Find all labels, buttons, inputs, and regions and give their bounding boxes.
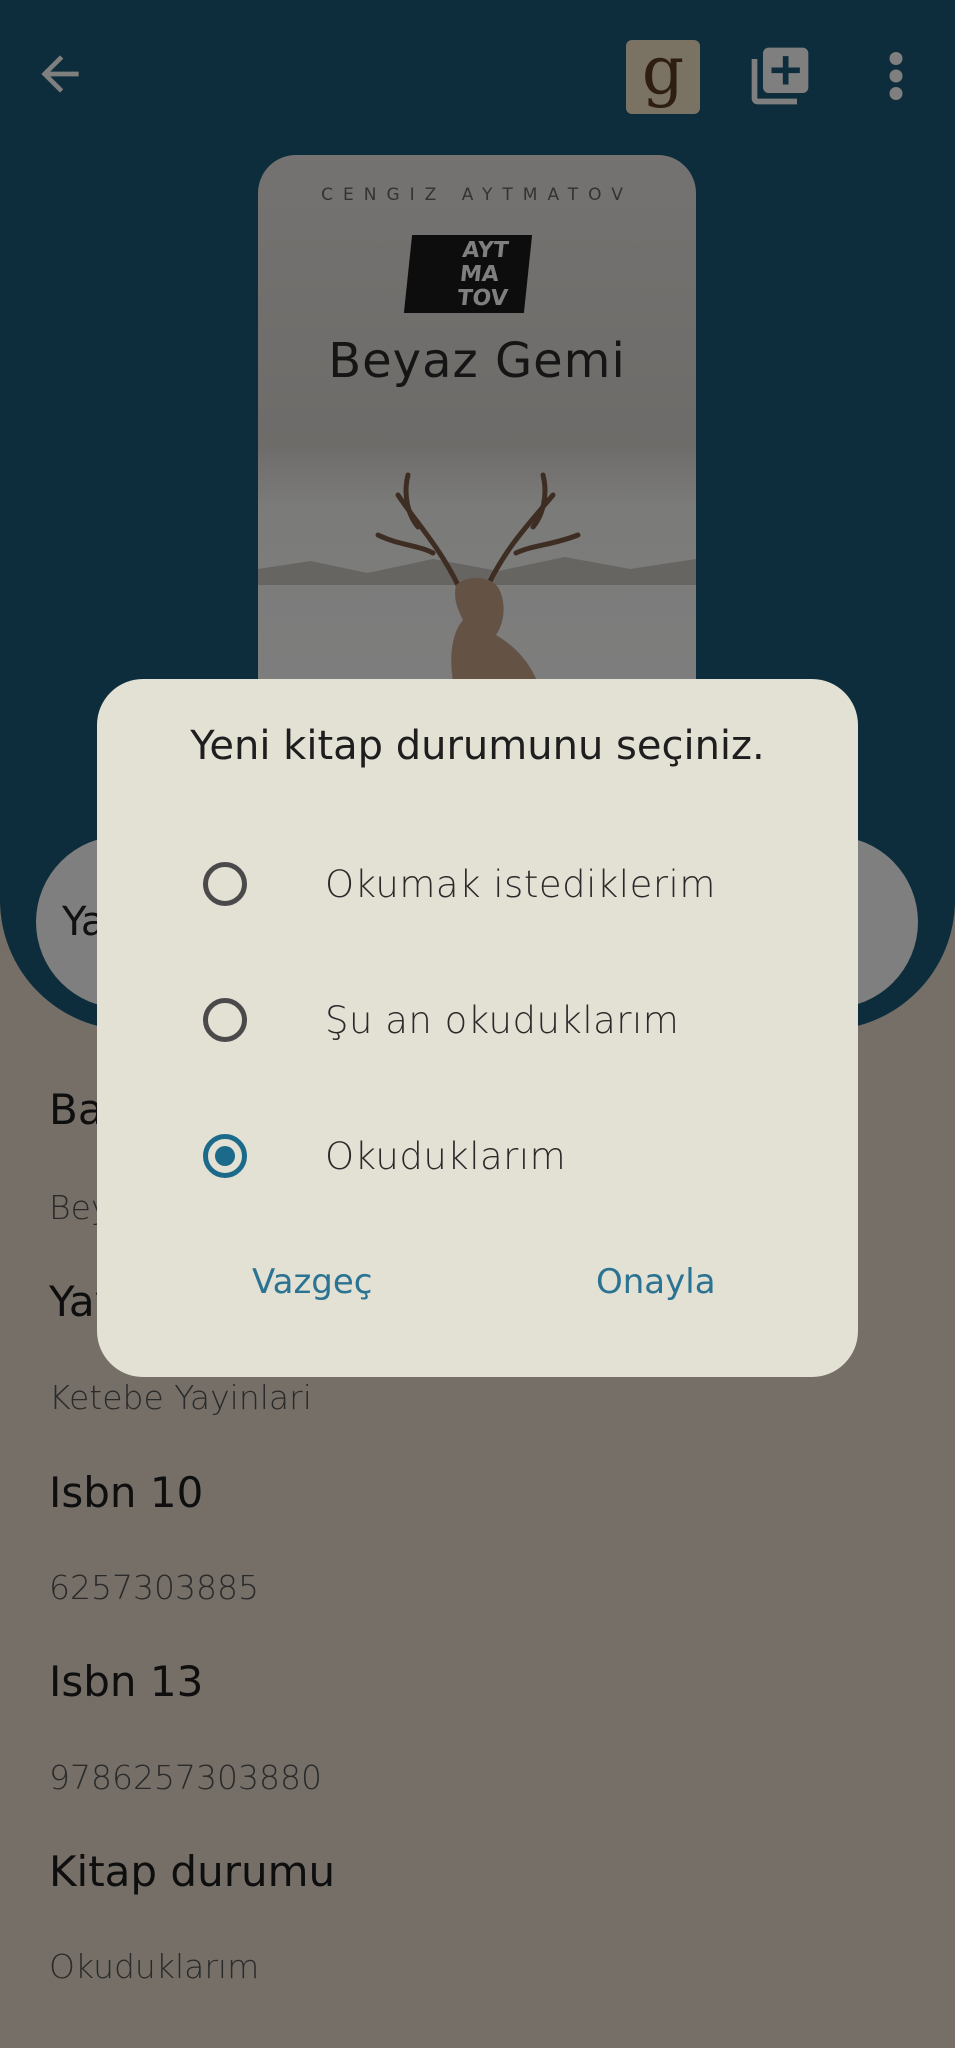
option-want-to-read[interactable]: Okumak istediklerim xyxy=(203,844,763,924)
status-dialog: Yeni kitap durumunu seçiniz. Okumak iste… xyxy=(97,679,858,1377)
option-currently-reading[interactable]: Şu an okuduklarım xyxy=(203,980,763,1060)
option-label: Şu an okuduklarım xyxy=(325,998,680,1042)
radio-unchecked-icon[interactable] xyxy=(203,998,247,1042)
confirm-button[interactable]: Onayla xyxy=(596,1262,716,1302)
cancel-button[interactable]: Vazgeç xyxy=(252,1262,373,1302)
dialog-title: Yeni kitap durumunu seçiniz. xyxy=(190,723,765,769)
option-label: Okumak istediklerim xyxy=(325,862,716,906)
radio-checked-icon[interactable] xyxy=(203,1134,247,1178)
radio-unchecked-icon[interactable] xyxy=(203,862,247,906)
option-label: Okuduklarım xyxy=(325,1134,567,1178)
option-read[interactable]: Okuduklarım xyxy=(203,1116,763,1196)
